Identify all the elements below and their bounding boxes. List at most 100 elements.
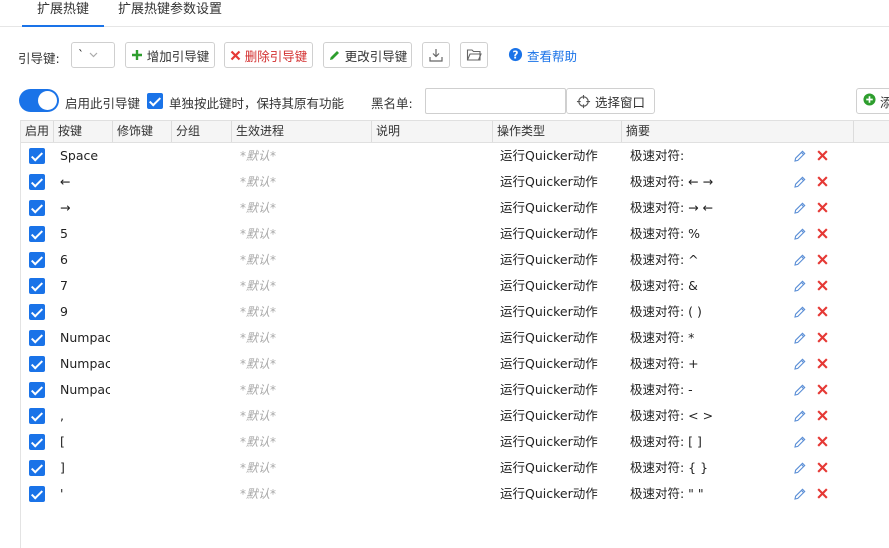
row-edit-pencil-icon[interactable] [793, 201, 807, 215]
cell-process: *默认* [240, 487, 277, 501]
keep-original-checkbox[interactable] [147, 93, 163, 109]
col-modifier[interactable]: 修饰键 [113, 121, 172, 142]
row-delete-x-icon[interactable] [816, 201, 830, 215]
table-row[interactable]: [*默认* 运行Quicker动作 极速对符: [ ] [21, 429, 889, 455]
row-edit-pencil-icon[interactable] [793, 383, 807, 397]
col-action[interactable]: 操作类型 [493, 121, 622, 142]
cell-action: 运行Quicker动作 [500, 200, 598, 215]
row-delete-x-icon[interactable] [816, 227, 830, 241]
row-edit-pencil-icon[interactable] [793, 175, 807, 189]
row-edit-pencil-icon[interactable] [793, 409, 807, 423]
cell-summary: 极速对符: [ ] [630, 434, 702, 449]
question-circle-icon: ? [508, 47, 523, 65]
folder-icon [466, 48, 482, 62]
svg-text:?: ? [513, 49, 519, 61]
row-delete-x-icon[interactable] [816, 279, 830, 293]
col-summary[interactable]: 摘要 [622, 121, 854, 142]
tab-hotkey-settings[interactable]: 扩展热键参数设置 [118, 0, 222, 26]
row-delete-x-icon[interactable] [816, 357, 830, 371]
row-enabled-checkbox[interactable] [29, 278, 45, 294]
delete-leader-key-button[interactable]: 删除引导键 [224, 42, 313, 68]
row-edit-pencil-icon[interactable] [793, 487, 807, 501]
col-key[interactable]: 按键 [54, 121, 113, 142]
col-enabled[interactable]: 启用 [21, 121, 54, 142]
import-button[interactable] [422, 42, 450, 68]
col-group[interactable]: 分组 [172, 121, 232, 142]
row-edit-pencil-icon[interactable] [793, 279, 807, 293]
edit-leader-key-button[interactable]: 更改引导键 [323, 42, 412, 68]
row-enabled-checkbox[interactable] [29, 330, 45, 346]
row-edit-pencil-icon[interactable] [793, 227, 807, 241]
cell-key: ] [60, 460, 65, 475]
row-edit-pencil-icon[interactable] [793, 149, 807, 163]
cell-key: 9 [60, 304, 68, 319]
row-edit-pencil-icon[interactable] [793, 435, 807, 449]
row-delete-x-icon[interactable] [816, 435, 830, 449]
row-enabled-checkbox[interactable] [29, 408, 45, 424]
table-row[interactable]: Numpac *默认* 运行Quicker动作 极速对符: - [21, 377, 889, 403]
add-leader-key-button[interactable]: 增加引导键 [125, 42, 215, 68]
cell-key: Space [60, 148, 99, 163]
row-enabled-checkbox[interactable] [29, 226, 45, 242]
leader-key-select[interactable]: ` [71, 42, 115, 68]
row-edit-pencil-icon[interactable] [793, 331, 807, 345]
cell-process: *默认* [240, 435, 277, 449]
table-row[interactable]: ] *默认* 运行Quicker动作 极速对符: { } [21, 455, 889, 481]
row-enabled-checkbox[interactable] [29, 382, 45, 398]
table-row[interactable]: , *默认* 运行Quicker动作 极速对符: < > [21, 403, 889, 429]
row-enabled-checkbox[interactable] [29, 252, 45, 268]
table-row[interactable]: Numpac *默认* 运行Quicker动作 极速对符: * [21, 325, 889, 351]
cell-key: Numpac [60, 356, 110, 371]
table-row[interactable]: ' *默认* 运行Quicker动作 极速对符: " " [21, 481, 889, 507]
cell-action: 运行Quicker动作 [500, 434, 598, 449]
row-delete-x-icon[interactable] [816, 461, 830, 475]
row-delete-x-icon[interactable] [816, 409, 830, 423]
row-edit-pencil-icon[interactable] [793, 253, 807, 267]
col-note[interactable]: 说明 [372, 121, 493, 142]
row-delete-x-icon[interactable] [816, 175, 830, 189]
cell-process: *默认* [240, 383, 277, 397]
cell-process: *默认* [240, 331, 277, 345]
row-enabled-checkbox[interactable] [29, 486, 45, 502]
add-hotkey-button[interactable]: 添 [856, 88, 889, 114]
help-link[interactable]: ? 查看帮助 [508, 46, 577, 65]
cell-summary: 极速对符: ^ [630, 252, 699, 267]
row-delete-x-icon[interactable] [816, 383, 830, 397]
tab-bar: 扩展热键 扩展热键参数设置 [0, 0, 889, 27]
table-row[interactable]: Numpac *默认* 运行Quicker动作 极速对符: + [21, 351, 889, 377]
row-edit-pencil-icon[interactable] [793, 461, 807, 475]
pencil-icon [328, 49, 341, 62]
select-window-button[interactable]: 选择窗口 [566, 88, 655, 114]
row-delete-x-icon[interactable] [816, 253, 830, 267]
table-row[interactable]: 9 *默认* 运行Quicker动作 极速对符: ( ) [21, 299, 889, 325]
table-row[interactable]: → *默认* 运行Quicker动作 极速对符: → ← [21, 195, 889, 221]
row-edit-pencil-icon[interactable] [793, 305, 807, 319]
row-enabled-checkbox[interactable] [29, 356, 45, 372]
cell-key: → [60, 200, 71, 215]
row-delete-x-icon[interactable] [816, 331, 830, 345]
row-enabled-checkbox[interactable] [29, 200, 45, 216]
row-edit-pencil-icon[interactable] [793, 357, 807, 371]
table-row[interactable]: 7 *默认* 运行Quicker动作 极速对符: & [21, 273, 889, 299]
blacklist-input[interactable] [425, 88, 566, 114]
cell-key: 7 [60, 278, 68, 293]
row-enabled-checkbox[interactable] [29, 434, 45, 450]
tab-hotkeys[interactable]: 扩展热键 [22, 0, 104, 27]
table-row[interactable]: ← *默认* 运行Quicker动作 极速对符: ← → [21, 169, 889, 195]
cell-process: *默认* [240, 409, 277, 423]
row-delete-x-icon[interactable] [816, 149, 830, 163]
table-row[interactable]: 6 *默认* 运行Quicker动作 极速对符: ^ [21, 247, 889, 273]
open-button[interactable] [460, 42, 488, 68]
table-row[interactable]: 5 *默认* 运行Quicker动作 极速对符: % [21, 221, 889, 247]
cell-action: 运行Quicker动作 [500, 148, 598, 163]
row-enabled-checkbox[interactable] [29, 304, 45, 320]
row-enabled-checkbox[interactable] [29, 460, 45, 476]
row-enabled-checkbox[interactable] [29, 148, 45, 164]
col-process[interactable]: 生效进程 [232, 121, 372, 142]
table-row[interactable]: Space *默认* 运行Quicker动作 极速对符: [21, 143, 889, 169]
row-enabled-checkbox[interactable] [29, 174, 45, 190]
row-delete-x-icon[interactable] [816, 487, 830, 501]
enable-leader-label: 启用此引导键 [65, 96, 141, 111]
row-delete-x-icon[interactable] [816, 305, 830, 319]
enable-leader-toggle[interactable] [19, 89, 59, 112]
